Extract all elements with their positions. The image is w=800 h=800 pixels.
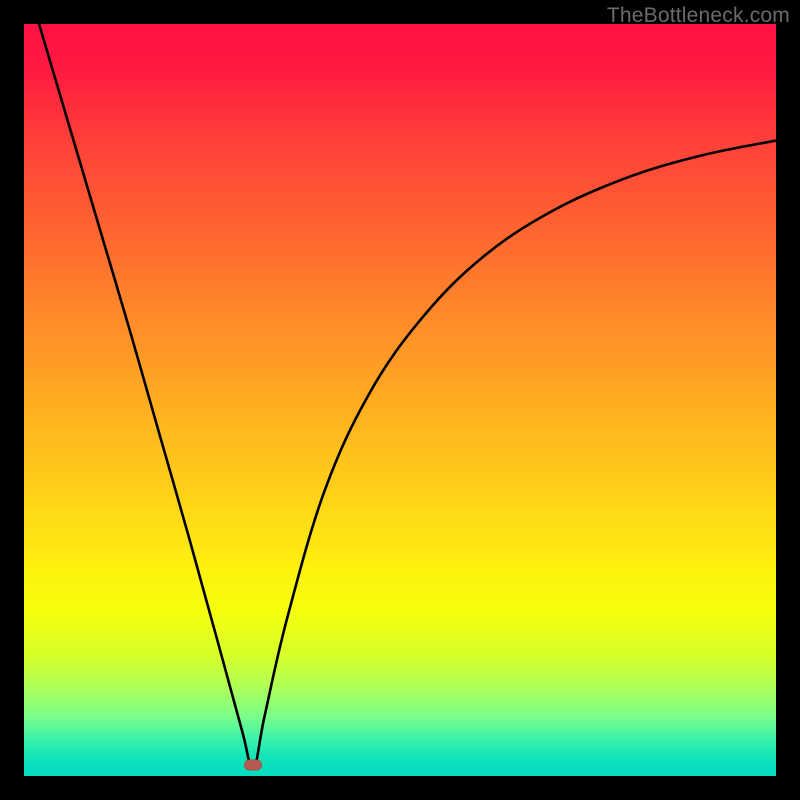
watermark-text: TheBottleneck.com: [607, 4, 790, 28]
chart-frame: [24, 24, 776, 776]
minimum-marker: [244, 759, 262, 770]
chart-gradient-background: [24, 24, 776, 776]
